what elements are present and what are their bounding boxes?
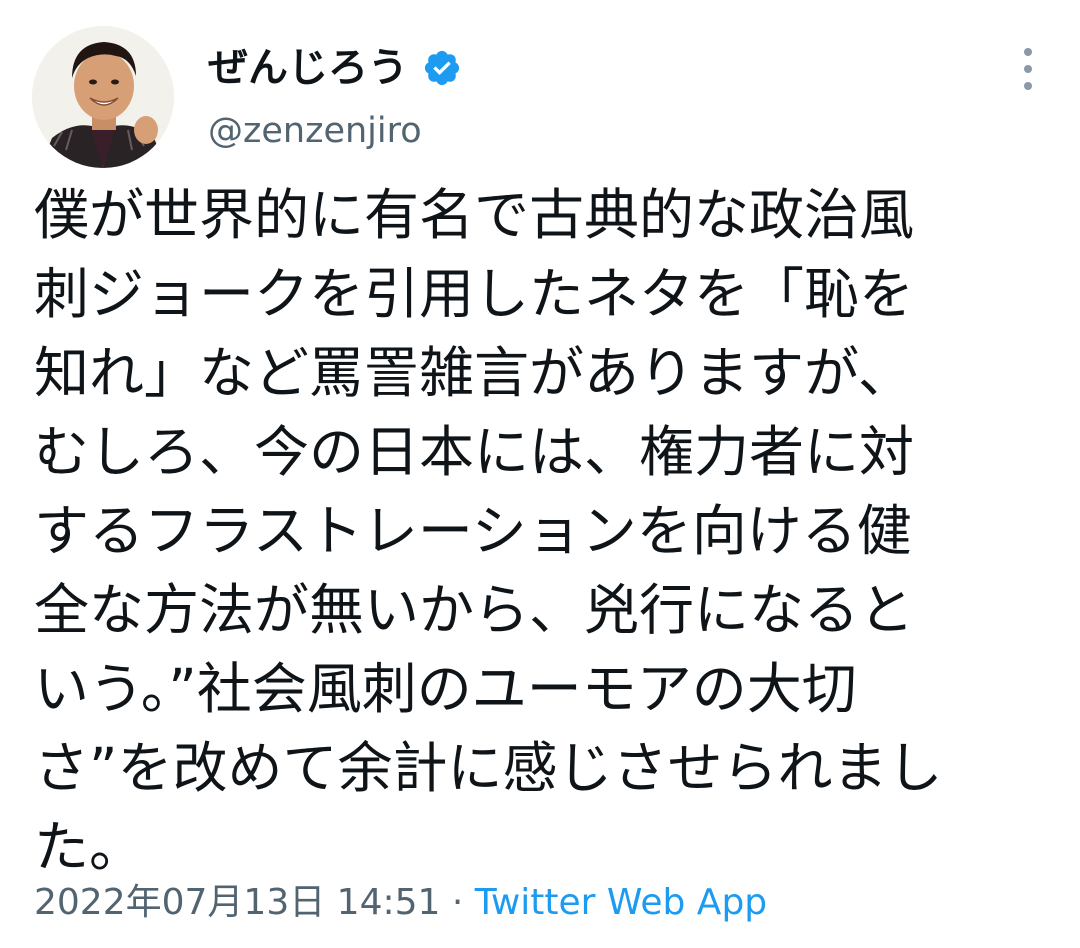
tweet: ぜんじろう @zenzenjiro 僕が世界的に有名で古典的な政治風 刺ジョーク…: [0, 0, 1080, 948]
verified-badge-icon: [422, 48, 462, 88]
tweet-text-line: 刺ジョークを引用したネタを「恥を: [34, 262, 915, 326]
avatar-photo: [32, 26, 174, 168]
display-name[interactable]: ぜんじろう: [208, 42, 408, 94]
tweet-text-line: むしろ、今の日本には、権力者に対: [34, 420, 915, 484]
tweet-text-line: するフラストレーションを向ける健: [34, 499, 912, 563]
tweet-meta: 2022年07月13日 14:51 · Twitter Web App: [34, 878, 767, 928]
author-row: ぜんじろう: [208, 42, 462, 94]
tweet-text-line: いう。”社会風刺のユーモアの大切: [34, 657, 857, 721]
tweet-text-line: さ”を改めて余計に感じさせられまし: [34, 736, 943, 800]
tweet-text-line: た。: [34, 815, 145, 879]
avatar[interactable]: [32, 26, 174, 168]
more-vertical-icon: [1024, 48, 1032, 56]
more-options-button[interactable]: [1010, 44, 1046, 94]
author-handle[interactable]: @zenzenjiro: [208, 108, 422, 154]
tweet-text-line: 僕が世界的に有名で古典的な政治風: [34, 183, 915, 247]
tweet-timestamp[interactable]: 2022年07月13日 14:51: [34, 882, 440, 923]
tweet-text-line: 知れ」など罵詈雑言がありますが、: [34, 341, 913, 405]
tweet-source-link[interactable]: Twitter Web App: [475, 882, 767, 923]
more-vertical-icon-dot-2: [1024, 65, 1032, 73]
tweet-text-line: 全な方法が無いから、兇行になると: [34, 578, 915, 642]
tweet-text: 僕が世界的に有名で古典的な政治風 刺ジョークを引用したネタを「恥を 知れ」など罵…: [34, 176, 1034, 887]
more-vertical-icon-dot-3: [1024, 82, 1032, 90]
meta-separator: ·: [440, 882, 475, 923]
